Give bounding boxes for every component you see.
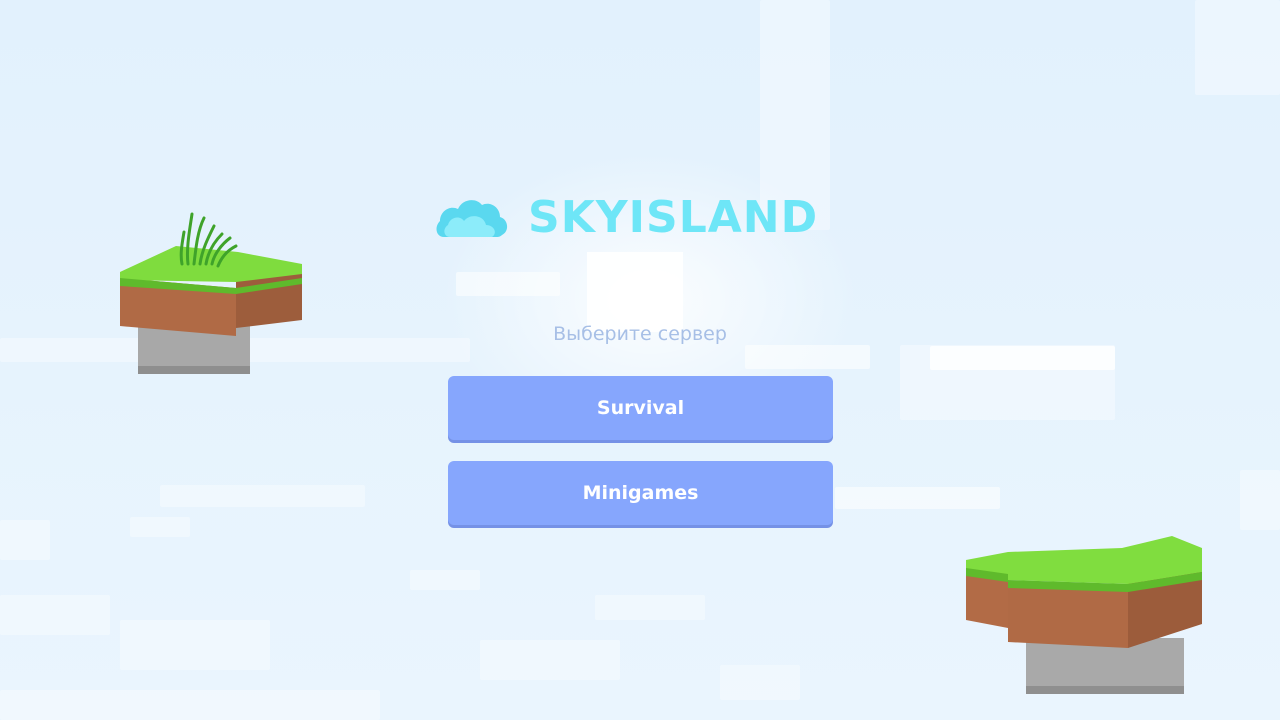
cloud-block <box>480 640 620 680</box>
cloud-block <box>0 520 50 560</box>
logo: SKYISLAND <box>434 190 854 246</box>
cloud-block <box>835 487 1000 509</box>
cloud-block <box>160 485 365 507</box>
cloud-block <box>720 665 800 700</box>
cloud-block <box>0 595 110 635</box>
right-floating-island <box>966 536 1202 694</box>
cloud-block <box>930 346 1115 370</box>
survival-button[interactable]: Survival <box>448 376 833 440</box>
minigames-button[interactable]: Minigames <box>448 461 833 525</box>
cloud-block <box>410 570 480 590</box>
cloud-icon <box>436 200 508 237</box>
select-server-label: Выберите сервер <box>553 323 727 345</box>
logo-text: SKYISLAND <box>528 192 819 243</box>
cloud-block <box>130 517 190 537</box>
cloud-block <box>0 690 380 720</box>
cloud-block <box>120 620 270 670</box>
cloud-block <box>1195 0 1280 95</box>
cloud-block <box>1240 470 1280 530</box>
cloud-block <box>595 595 705 620</box>
center-placeholder-block <box>587 252 683 332</box>
left-floating-island <box>120 212 302 374</box>
